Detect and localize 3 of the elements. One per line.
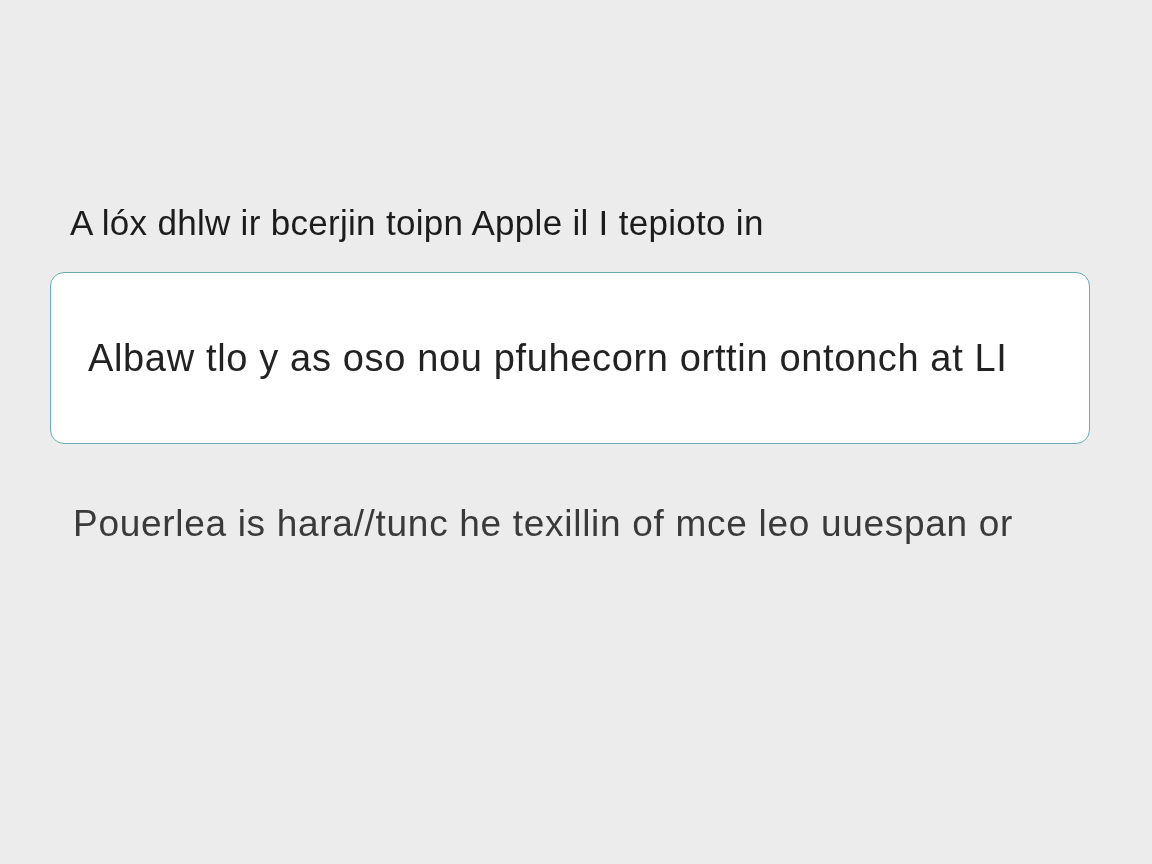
input-field[interactable]: Albaw tlo y as oso nou pfuhecorn orttin ontonch at LI [50,272,1090,444]
field-label: A lóx dhlw ir bcerjin toipn Apple il I tepioto in [70,202,764,244]
helper-text: Pouerlea is hara//tunc he texillin of mce leo uuespan or [73,503,1014,545]
